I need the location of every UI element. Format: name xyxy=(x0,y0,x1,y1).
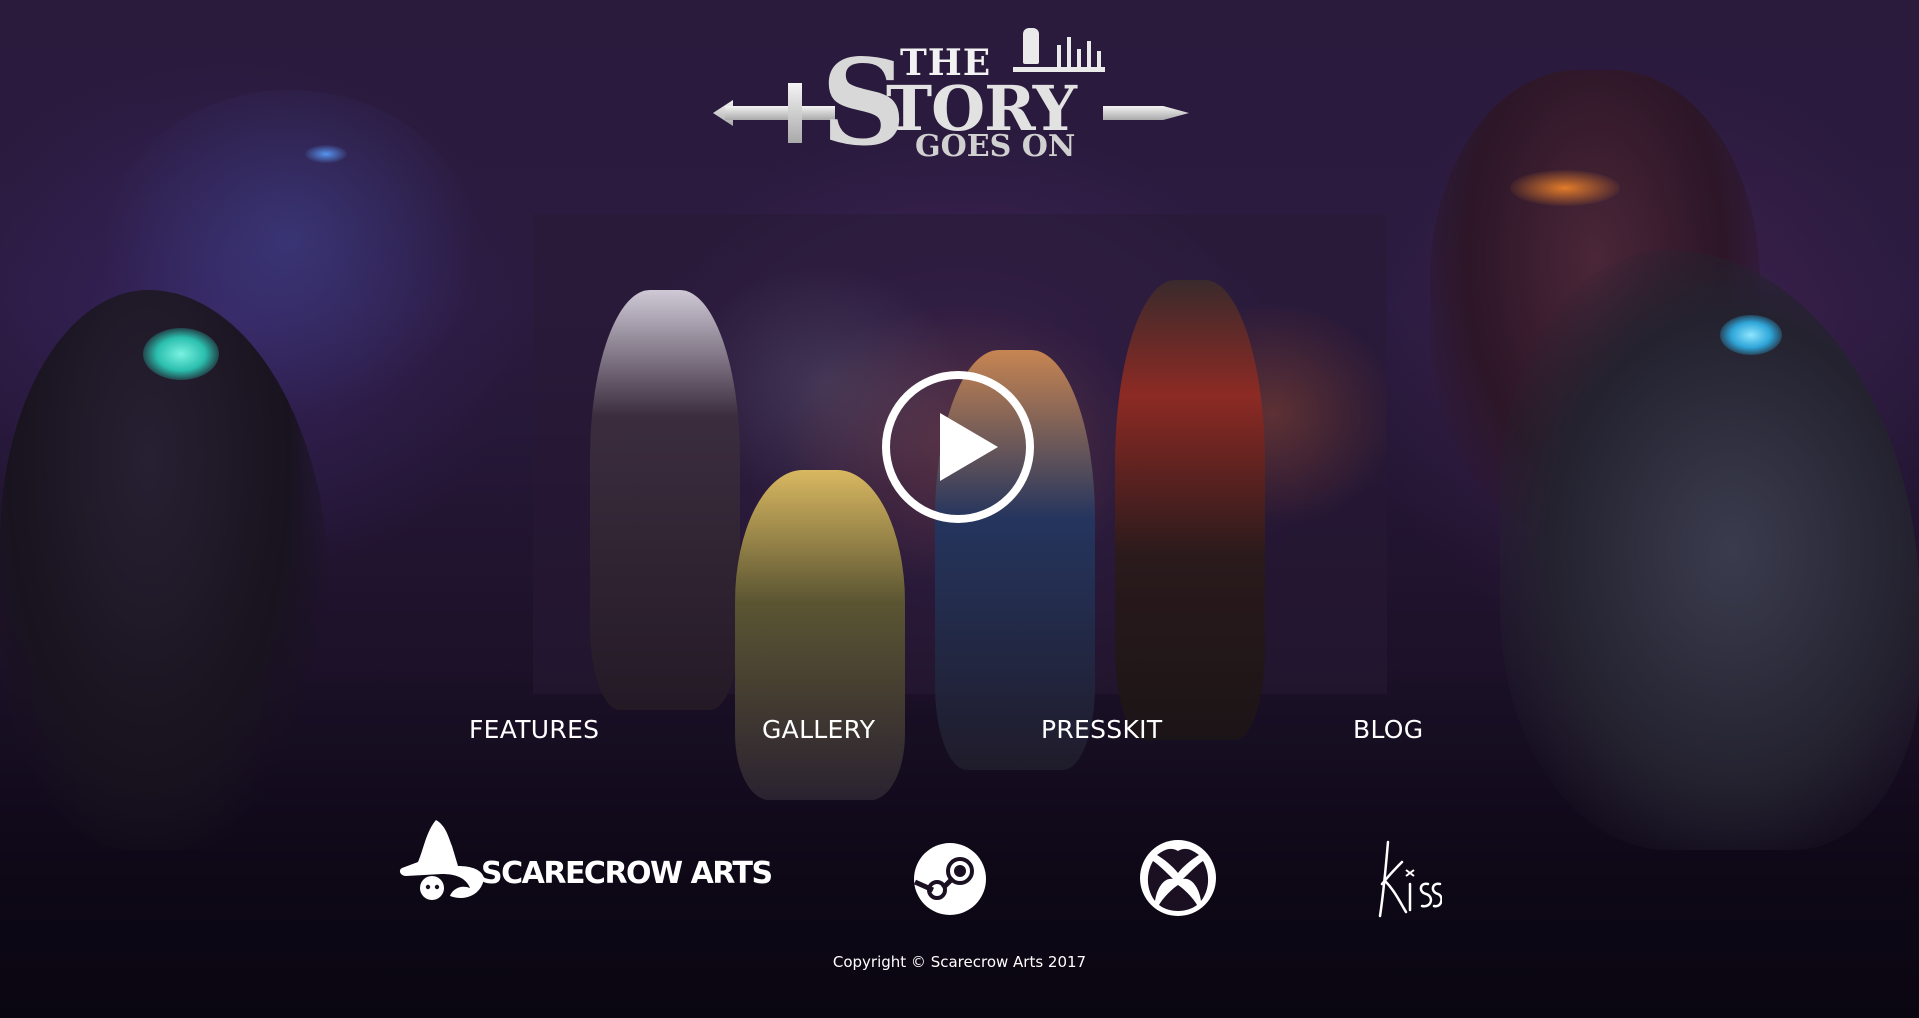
kiss-logo[interactable] xyxy=(1370,834,1442,920)
background-creature-right xyxy=(1500,250,1919,850)
studio-name: SCARECROW ARTS xyxy=(481,856,773,891)
logo-scene-icon xyxy=(1013,28,1105,72)
hero-warrior xyxy=(1115,280,1265,740)
xbox-icon[interactable] xyxy=(1139,839,1217,917)
background-creature-eye-left xyxy=(143,328,219,380)
hero-characters-art xyxy=(560,270,1320,800)
play-button[interactable] xyxy=(882,371,1034,523)
play-icon xyxy=(940,413,998,481)
sword-hilt xyxy=(725,106,835,120)
copyright-text: Copyright © Scarecrow Arts 2017 xyxy=(832,953,1087,971)
logo-goes-on: GOES ON xyxy=(915,129,1076,164)
background-creature-eye-right xyxy=(1720,315,1782,355)
background-demon-eyes xyxy=(1510,170,1620,206)
steam-icon[interactable] xyxy=(913,842,987,916)
wizard-hat-icon xyxy=(399,820,484,900)
nav-gallery[interactable]: GALLERY xyxy=(762,714,875,746)
hero-assassin xyxy=(590,290,740,710)
landing-page: THE S TORY GOES ON FEATURES GALLERY PRES… xyxy=(0,0,1919,1018)
nav-presskit[interactable]: PRESSKIT xyxy=(1041,714,1162,746)
scarecrow-arts-logo[interactable]: SCARECROW ARTS xyxy=(396,818,773,906)
hero-engineer xyxy=(735,470,905,800)
nav-blog[interactable]: BLOG xyxy=(1353,714,1423,746)
nav-features[interactable]: FEATURES xyxy=(469,714,599,746)
sword-blade xyxy=(1103,106,1189,120)
background-ghost-eyes xyxy=(305,145,347,163)
game-logo[interactable]: THE S TORY GOES ON xyxy=(713,28,1193,168)
sword-guard xyxy=(788,83,802,143)
